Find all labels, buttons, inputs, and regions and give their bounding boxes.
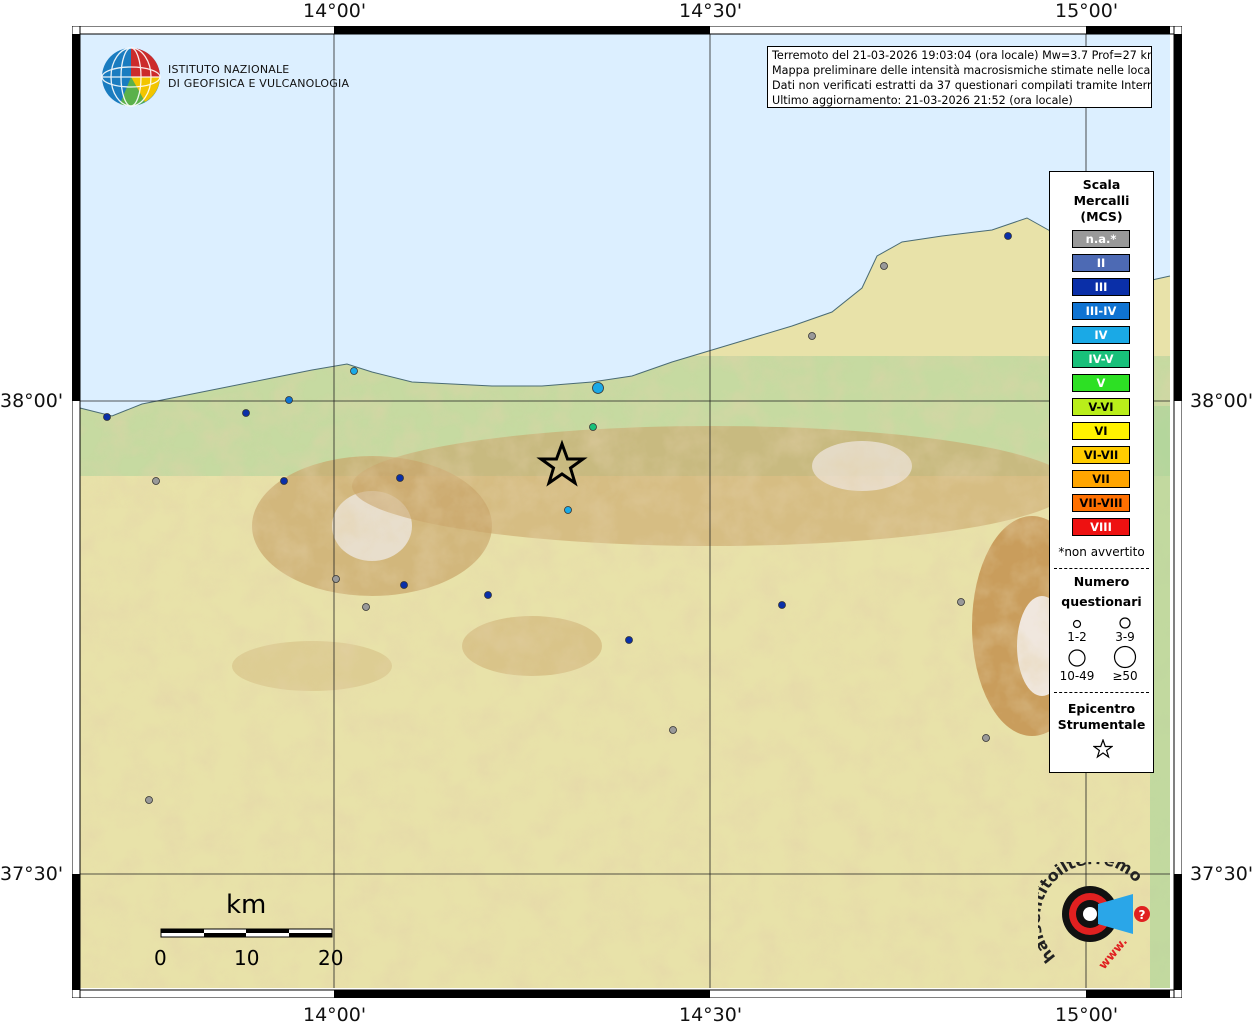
obs-point: [592, 382, 604, 394]
scale-bar-graphic: [160, 928, 333, 938]
legend-divider-2: [1054, 692, 1149, 693]
svg-text:?: ?: [1139, 908, 1146, 922]
legend-title-1: Scala: [1082, 177, 1121, 192]
scale-tick-0: 0: [154, 946, 167, 970]
intensity-swatch: VII: [1072, 470, 1130, 488]
map-frame: [71, 25, 1183, 999]
count-title-2: questionari: [1061, 594, 1142, 609]
obs-point: [669, 726, 677, 734]
legend-star-icon: [1093, 739, 1113, 759]
obs-point: [152, 477, 160, 485]
lon-label-bottom-3: 15°00': [1055, 1004, 1119, 1026]
haisentito-logo-www: www.: [1096, 935, 1131, 972]
event-info-line2: Mappa preliminare delle intensità macros…: [772, 64, 1152, 77]
scale-tick-20: 20: [318, 946, 344, 970]
lat-label-left-2: 37°30': [0, 863, 64, 885]
legend-title-2: Mercalli: [1073, 193, 1130, 208]
intensity-swatch: V: [1072, 374, 1130, 392]
intensity-swatch: VI-VII: [1072, 446, 1130, 464]
obs-point: [350, 367, 358, 375]
obs-point: [332, 575, 340, 583]
obs-point: [145, 796, 153, 804]
obs-point: [484, 591, 492, 599]
intensity-swatch: IV-V: [1072, 350, 1130, 368]
legend-title-3: (MCS): [1080, 209, 1123, 224]
obs-point: [957, 598, 965, 606]
obs-point: [589, 423, 597, 431]
intensity-swatch: III-IV: [1072, 302, 1130, 320]
obs-point: [280, 477, 288, 485]
event-info-line1: Terremoto del 21-03-2026 19:03:04 (ora l…: [772, 49, 1152, 62]
event-info-box: Terremoto del 21-03-2026 19:03:04 (ora l…: [767, 46, 1152, 108]
count-circle-small-icon: [1072, 619, 1082, 629]
legend-divider: [1054, 568, 1149, 569]
obs-point: [396, 474, 404, 482]
intensity-swatch: VI: [1072, 422, 1130, 440]
intensity-swatch: n.a.*: [1072, 230, 1130, 248]
ingv-logo-icon: [100, 46, 162, 112]
lon-label-top-3: 15°00': [1055, 0, 1119, 22]
lat-label-right-1: 38°00': [1190, 390, 1254, 412]
obs-point: [625, 636, 633, 644]
count-circle-medium-icon: [1119, 617, 1131, 629]
obs-point: [880, 262, 888, 270]
map-canvas: [71, 25, 1183, 999]
obs-point: [285, 396, 293, 404]
obs-point: [400, 581, 408, 589]
obs-point: [564, 506, 572, 514]
count-label-3: 10-49: [1059, 669, 1095, 683]
not-felt-note: *non avvertito: [1058, 545, 1145, 559]
obs-point: [103, 413, 111, 421]
ingv-name-line1: ISTITUTO NAZIONALE: [168, 63, 290, 76]
count-circle-xlarge-icon: [1113, 645, 1137, 669]
haisentito-logo-icon: ? haisentitoilterremoto.it www.: [1025, 847, 1168, 982]
epicenter-title-2: Strumentale: [1057, 717, 1146, 732]
count-circle-large-icon: [1068, 649, 1086, 667]
obs-point: [1004, 232, 1012, 240]
legend: Scala Mercalli (MCS) n.a.* II III III-IV IV I…: [1049, 171, 1154, 773]
intensity-swatch: VII-VIII: [1072, 494, 1130, 512]
intensity-swatch: VIII: [1072, 518, 1130, 536]
lon-label-bottom-2: 14°30': [679, 1004, 743, 1026]
event-info-line4: Ultimo aggiornamento: 21-03-2026 21:52 (…: [772, 94, 1073, 107]
intensity-swatch: V-VI: [1072, 398, 1130, 416]
count-label-4: ≥50: [1112, 669, 1138, 683]
scale-tick-10: 10: [234, 946, 260, 970]
lat-label-right-2: 37°30': [1190, 863, 1254, 885]
lon-label-top-1: 14°00': [303, 0, 367, 22]
ingv-name: ISTITUTO NAZIONALE DI GEOFISICA E VULCAN…: [168, 63, 349, 91]
obs-point: [982, 734, 990, 742]
event-info-line3: Dati non verificati estratti da 37 quest…: [772, 79, 1152, 92]
count-label-1: 1-2: [1067, 630, 1087, 644]
intensity-swatch: III: [1072, 278, 1130, 296]
obs-point: [242, 409, 250, 417]
lat-label-left-1: 38°00': [0, 390, 64, 412]
obs-point: [778, 601, 786, 609]
intensity-swatch: IV: [1072, 326, 1130, 344]
intensity-swatch: II: [1072, 254, 1130, 272]
obs-point: [362, 603, 370, 611]
lon-label-top-2: 14°30': [679, 0, 743, 22]
lon-label-bottom-1: 14°00': [303, 1004, 367, 1026]
ingv-name-line2: DI GEOFISICA E VULCANOLOGIA: [168, 77, 350, 90]
count-label-2: 3-9: [1115, 630, 1135, 644]
obs-point: [808, 332, 816, 340]
count-title-1: Numero: [1073, 574, 1130, 589]
scale-bar: km 0 10 20: [150, 890, 350, 970]
epicenter-title-1: Epicentro: [1067, 701, 1136, 716]
scale-bar-unit: km: [226, 890, 267, 920]
